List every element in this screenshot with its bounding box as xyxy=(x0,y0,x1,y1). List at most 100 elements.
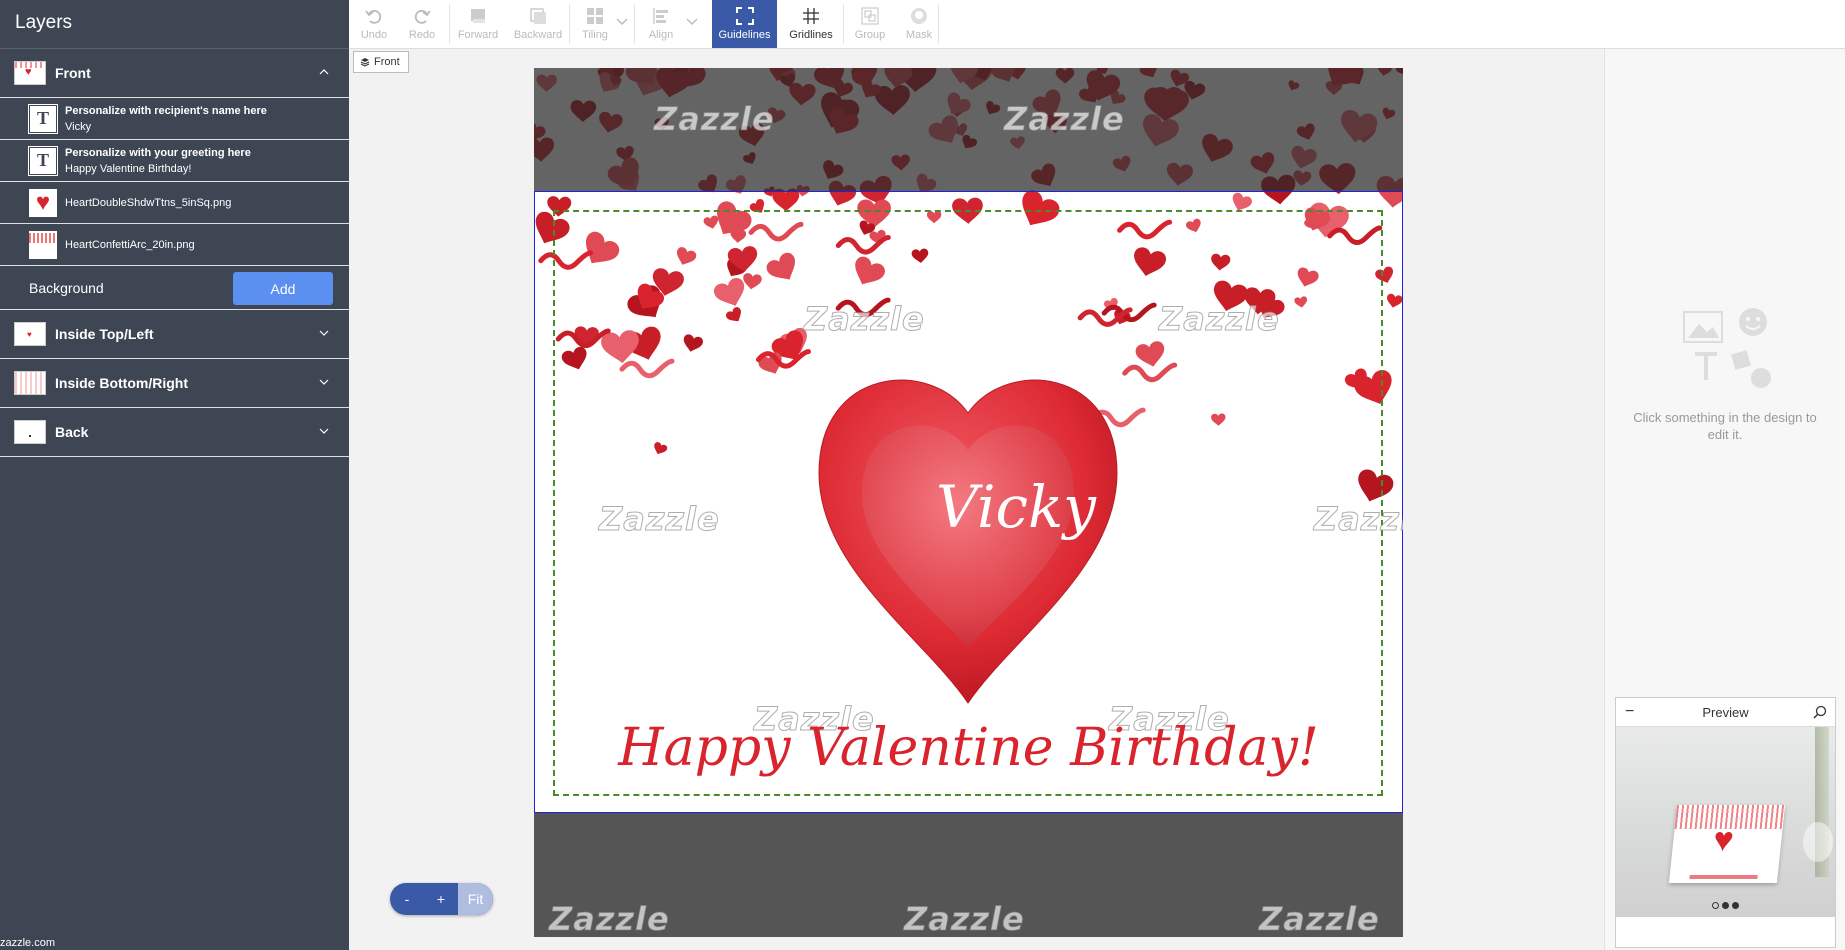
section-label: Inside Bottom/Right xyxy=(55,375,188,391)
chevron-down-icon xyxy=(319,379,329,385)
preview-panel: − Preview ♥ xyxy=(1615,697,1836,948)
group-label: Group xyxy=(854,29,886,41)
text-layer-icon: T xyxy=(28,145,58,176)
preview-card: ♥ xyxy=(1668,805,1786,883)
align-label: Align xyxy=(648,29,674,41)
undo-icon xyxy=(365,9,382,24)
watermark: Zazzle xyxy=(599,500,720,539)
watermark: Zazzle xyxy=(904,900,1025,938)
heart-image-icon: ♥ xyxy=(29,188,57,217)
align-button[interactable]: Align xyxy=(641,0,681,48)
preview-pagination[interactable] xyxy=(1616,902,1835,909)
preview-image[interactable]: ♥ xyxy=(1616,727,1835,917)
align-icon xyxy=(653,8,668,24)
layer-confetti-image[interactable]: HeartConfettiArc_20in.png xyxy=(0,224,349,266)
text-layer-icon: T xyxy=(28,103,58,134)
section-front-header[interactable]: ♥ Front xyxy=(0,49,349,98)
watermark: Zazzle xyxy=(654,100,775,139)
mask-label: Mask xyxy=(905,29,933,41)
backward-icon xyxy=(530,8,546,24)
layer-title: HeartConfettiArc_20in.png xyxy=(65,238,195,251)
guidelines-button[interactable]: Guidelines xyxy=(712,0,777,48)
preview-heart-icon: ♥ xyxy=(1711,821,1736,859)
confetti-image-icon xyxy=(29,230,57,259)
side-tag: Front xyxy=(353,51,409,73)
edit-hint-text: Click something in the design to edit it… xyxy=(1633,410,1817,442)
layer-heart-image[interactable]: ♥ HeartDoubleShdwTtns_5inSq.png xyxy=(0,182,349,224)
preview-title: Preview xyxy=(1702,704,1749,720)
front-thumbnail: ♥ xyxy=(14,61,46,85)
layer-title: Personalize with recipient's name here xyxy=(65,104,267,117)
watermark: Zazzle xyxy=(549,900,670,938)
group-button[interactable]: Group xyxy=(847,0,893,48)
forward-label: Forward xyxy=(457,29,499,41)
backward-button[interactable]: Backward xyxy=(510,0,566,48)
zoom-fit-button[interactable]: Fit xyxy=(458,883,493,915)
toolbar: Undo Redo Forward Backward Tiling Align … xyxy=(349,0,1845,49)
minimize-preview-button[interactable]: − xyxy=(1625,703,1634,721)
preview-dot[interactable] xyxy=(1732,902,1739,909)
undo-button[interactable]: Undo xyxy=(355,0,393,48)
add-background-button[interactable]: Add xyxy=(233,272,333,305)
redo-button[interactable]: Redo xyxy=(403,0,441,48)
chevron-up-icon xyxy=(319,69,329,75)
mask-icon xyxy=(911,8,927,24)
guidelines-icon xyxy=(735,7,754,25)
redo-label: Redo xyxy=(408,29,436,41)
chevron-down-icon[interactable] xyxy=(685,16,699,26)
backward-label: Backward xyxy=(513,29,563,41)
status-url: zazzle.com xyxy=(0,936,58,950)
watermark: Zazzle xyxy=(1159,300,1280,339)
layer-recipient-name[interactable]: T Personalize with recipient's name here… xyxy=(0,98,349,140)
chevron-down-icon xyxy=(319,330,329,336)
section-inside-bottom-right[interactable]: Inside Bottom/Right xyxy=(0,359,349,408)
tiling-button[interactable]: Tiling xyxy=(574,0,616,48)
gridlines-button[interactable]: Gridlines xyxy=(781,0,841,48)
inside-top-thumbnail: ♥ xyxy=(14,322,46,346)
layer-value: Vicky xyxy=(65,120,92,133)
layer-title: HeartDoubleShdwTtns_5inSq.png xyxy=(65,196,232,209)
section-inside-top-left[interactable]: ♥ Inside Top/Left xyxy=(0,310,349,359)
gridlines-icon xyxy=(803,8,819,24)
preview-dot[interactable] xyxy=(1712,902,1719,909)
back-thumbnail xyxy=(14,420,46,444)
watermark: Zazzle xyxy=(1004,100,1125,139)
redo-icon xyxy=(414,9,431,24)
background-row: Background Add xyxy=(0,266,349,310)
design-artboard[interactable]: Zazzle Zazzle Zazzle Zazzle Zazzle Zazzl… xyxy=(534,68,1403,937)
inside-bottom-thumbnail xyxy=(14,371,46,395)
guidelines-label: Guidelines xyxy=(718,29,771,41)
section-label: Inside Top/Left xyxy=(55,326,154,342)
section-label: Back xyxy=(55,424,89,440)
forward-button[interactable]: Forward xyxy=(454,0,502,48)
section-front-label: Front xyxy=(55,65,91,81)
forward-icon xyxy=(471,9,485,23)
tiling-icon xyxy=(587,8,603,24)
layer-greeting[interactable]: T Personalize with your greeting here Ha… xyxy=(0,140,349,182)
tiling-label: Tiling xyxy=(582,29,608,41)
layer-title: Personalize with your greeting here xyxy=(65,146,251,159)
sidebar-title: Layers xyxy=(0,0,349,49)
chevron-down-icon xyxy=(319,428,329,434)
watermark: Zazzle xyxy=(1259,900,1380,938)
section-back[interactable]: Back xyxy=(0,408,349,457)
side-tag-label: Front xyxy=(374,56,400,68)
group-icon xyxy=(861,7,879,25)
edit-hint-illustration-icon xyxy=(1683,308,1771,388)
undo-label: Undo xyxy=(360,29,388,41)
preview-dot[interactable] xyxy=(1722,902,1729,909)
watermark: Zazzle xyxy=(1314,500,1403,539)
watermark: Zazzle xyxy=(804,300,925,339)
mask-button[interactable]: Mask xyxy=(896,0,942,48)
search-icon[interactable] xyxy=(1813,705,1827,719)
greeting-text[interactable]: Happy Valentine Birthday! xyxy=(534,718,1403,778)
background-label: Background xyxy=(29,279,104,296)
zoom-control: - + Fit xyxy=(390,883,493,915)
chevron-down-icon[interactable] xyxy=(615,16,629,26)
layer-value: Happy Valentine Birthday! xyxy=(65,162,192,175)
recipient-name-text[interactable]: Vicky xyxy=(896,473,1136,541)
zoom-out-button[interactable]: - xyxy=(390,883,424,915)
layers-icon xyxy=(360,58,370,67)
zoom-in-button[interactable]: + xyxy=(424,883,458,915)
gridlines-label: Gridlines xyxy=(789,29,833,41)
